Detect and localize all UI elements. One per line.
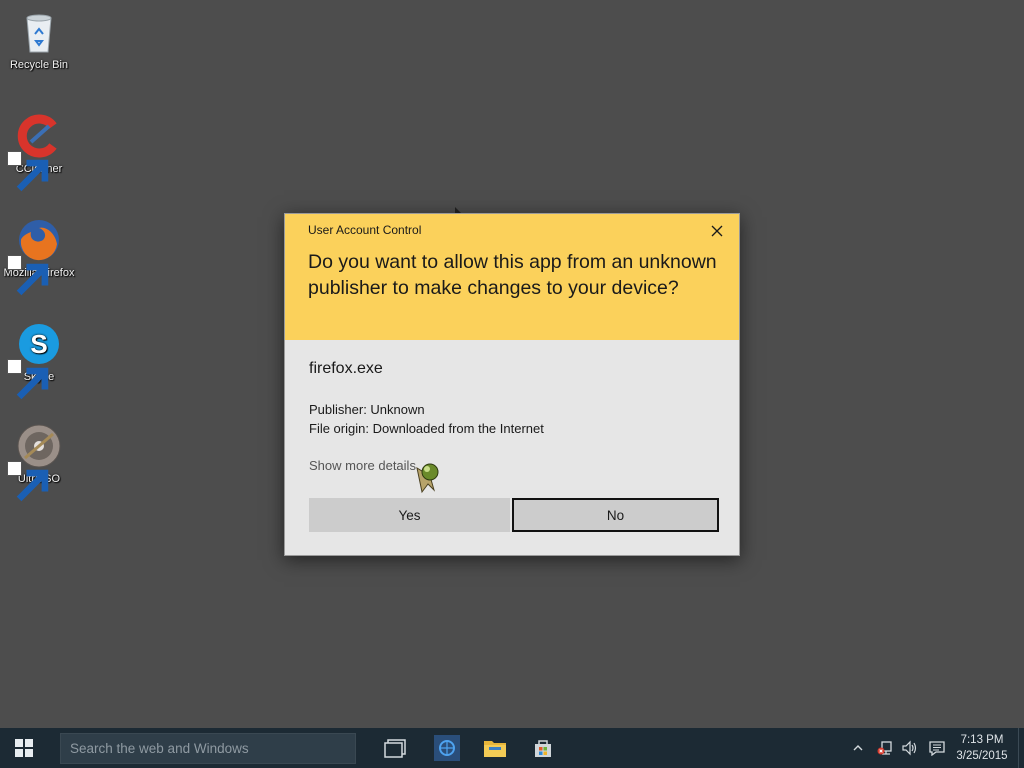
action-center-button[interactable] [924,728,950,768]
task-view-button[interactable] [377,728,413,768]
ccleaner-icon [7,112,63,192]
skype-icon: S [7,320,63,400]
shortcut-arrow-icon [7,151,49,192]
uac-question: Do you want to allow this app from an un… [308,251,717,299]
uac-dialog: User Account Control Do you want to allo… [284,213,740,556]
uac-buttons: Yes No [309,498,719,532]
system-clock[interactable]: 7:13 PM 3/25/2015 [948,732,1016,764]
yes-button[interactable]: Yes [309,498,510,532]
desktop-icon-skype[interactable]: S Skype [0,320,78,400]
firefox-icon [7,216,63,296]
taskbar: Search the web and Windows 7:13 PM 3/25/… [0,728,1024,768]
action-center-icon [929,741,945,756]
shortcut-arrow-icon [7,255,49,296]
close-button[interactable] [707,221,727,241]
edge-button[interactable] [429,728,465,768]
busy-cursor-icon [416,463,439,494]
chevron-up-icon [853,745,863,751]
network-button[interactable] [874,728,898,768]
start-button[interactable] [0,728,48,768]
clock-time: 7:13 PM [960,734,1004,746]
desktop-icon-ccleaner[interactable]: CCleaner [0,112,78,192]
network-icon [877,741,892,755]
desktop-icon-firefox[interactable]: Mozilla Firefox [0,216,78,296]
desktop-icon-label: Recycle Bin [9,59,69,71]
no-button[interactable]: No [512,498,719,532]
shortcut-arrow-icon [7,461,49,502]
app-name: firefox.exe [309,360,383,377]
file-explorer-icon [484,741,506,757]
store-icon [535,740,551,757]
show-more-details-link[interactable]: Show more details [309,458,416,473]
show-hidden-icons-button[interactable] [848,728,868,768]
edge-icon [434,735,460,761]
file-explorer-button[interactable] [477,728,513,768]
uac-header: User Account Control Do you want to allo… [285,214,739,340]
volume-button[interactable] [898,728,922,768]
uac-title: User Account Control [308,223,422,237]
ultraiso-icon [7,422,63,502]
uac-body: firefox.exe Publisher: Unknown File orig… [285,340,739,475]
search-input[interactable]: Search the web and Windows [60,733,356,764]
volume-icon [902,740,917,756]
desktop-icon-recycle-bin[interactable]: Recycle Bin [0,8,78,73]
svg-text:S: S [30,329,47,359]
close-icon [711,225,723,237]
shortcut-arrow-icon [7,359,49,400]
show-desktop-button[interactable] [1018,728,1024,768]
windows-logo-icon [15,739,33,757]
publisher-text: Publisher: Unknown [309,402,425,417]
clock-date: 3/25/2015 [956,750,1008,762]
store-button[interactable] [525,728,561,768]
file-origin-text: File origin: Downloaded from the Interne… [309,421,544,436]
task-view-icon [384,739,406,758]
recycle-bin-icon [15,8,63,56]
desktop-icon-ultraiso[interactable]: UltraISO [0,422,78,502]
